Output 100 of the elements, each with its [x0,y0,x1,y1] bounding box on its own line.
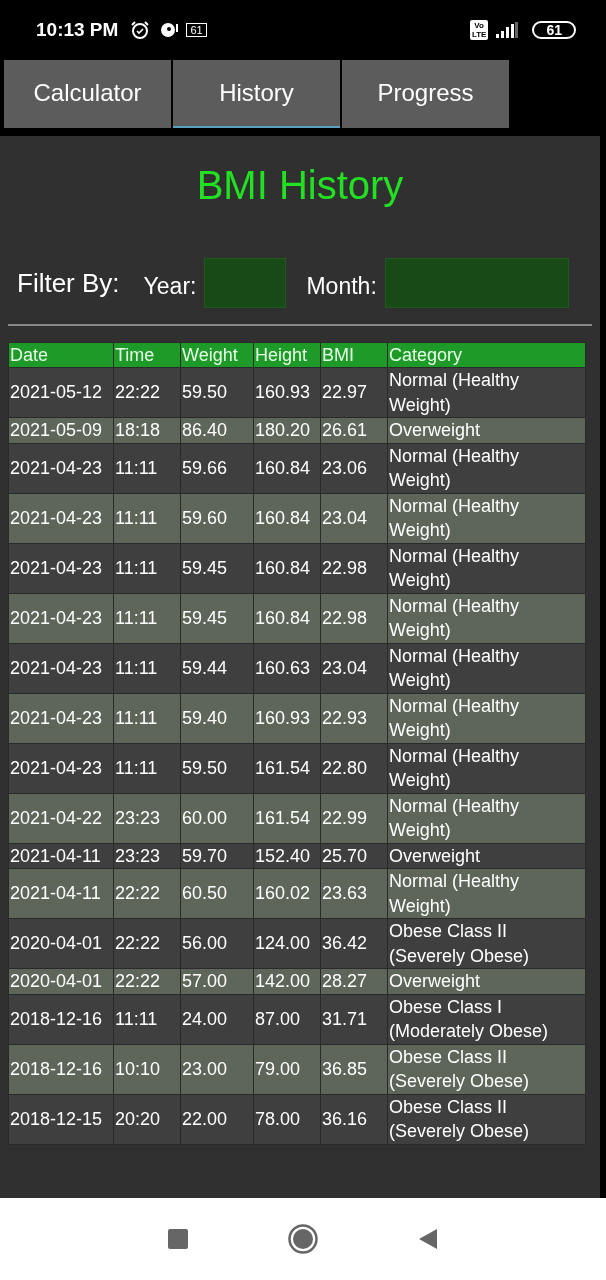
table-cell: 160.84 [253,493,321,543]
table-cell: 60.00 [180,793,254,843]
table-cell: 2021-05-09 [8,417,114,443]
table-cell: 11:11 [113,743,181,793]
table-cell: Obese Class I (Moderately Obese) [387,994,586,1044]
table-cell: 59.45 [180,543,254,593]
table-cell: 2021-04-22 [8,793,114,843]
table-cell: 2021-04-23 [8,643,114,693]
table-cell: Overweight [387,968,586,994]
table-cell: 59.50 [180,743,254,793]
status-time: 10:13 PM [36,19,119,41]
table-cell: Normal (Healthy Weight) [387,493,586,543]
table-cell: 160.93 [253,367,321,418]
table-cell: 2021-04-23 [8,743,114,793]
month-dropdown[interactable] [384,258,569,308]
table-cell: 2021-05-12 [8,367,114,418]
table-cell: 36.42 [320,918,388,969]
table-cell: 2018-12-16 [8,994,114,1044]
table-cell: 60.50 [180,868,254,919]
table-cell: 160.84 [253,593,321,643]
table-cell: 11:11 [113,693,181,743]
table-cell: 59.44 [180,643,254,693]
alarm-clock-icon [130,20,151,40]
table-cell: 78.00 [253,1094,321,1144]
table-cell: 2020-04-01 [8,918,114,969]
table-cell: 23:23 [113,793,181,843]
table-cell: 22.98 [320,543,388,593]
column-header: BMI [320,342,388,368]
table-cell: 11:11 [113,994,181,1044]
table-cell: Normal (Healthy Weight) [387,793,586,843]
table-cell: 11:11 [113,593,181,643]
table-cell: 22.00 [180,1094,254,1144]
table-cell: 2018-12-16 [8,1044,114,1094]
battery-icon: 61 [186,23,207,37]
recent-apps-icon[interactable] [168,1229,188,1249]
table-cell: Normal (Healthy Weight) [387,367,586,418]
table-cell: 160.63 [253,643,321,693]
battery-indicator: 61 [532,21,576,39]
table-cell: 23.04 [320,493,388,543]
table-cell: Obese Class II (Severely Obese) [387,918,586,969]
table-cell: 20:20 [113,1094,181,1144]
table-cell: Normal (Healthy Weight) [387,743,586,793]
table-cell: 87.00 [253,994,321,1044]
table-cell: 2021-04-23 [8,693,114,743]
table-cell: 161.54 [253,743,321,793]
table-cell: Overweight [387,417,586,443]
table-cell: 31.71 [320,994,388,1044]
table-cell: 2021-04-11 [8,843,114,869]
signal-icon [496,22,519,38]
table-cell: 160.84 [253,443,321,493]
table-cell: Normal (Healthy Weight) [387,643,586,693]
tab[interactable]: Progress [342,60,509,128]
month-label: Month: [306,272,377,300]
table-cell: 23.63 [320,868,388,919]
table-cell: 36.85 [320,1044,388,1094]
year-label: Year: [143,272,197,300]
table-cell: 11:11 [113,493,181,543]
back-icon[interactable] [418,1228,438,1250]
table-cell: 22.99 [320,793,388,843]
column-header: Height [253,342,321,368]
table-cell: Normal (Healthy Weight) [387,443,586,493]
table-cell: 22.93 [320,693,388,743]
table-cell: 160.84 [253,543,321,593]
table-cell: 2018-12-15 [8,1094,114,1144]
table-cell: 59.40 [180,693,254,743]
table-cell: 22.80 [320,743,388,793]
page-title: BMI History [195,162,405,209]
column-header: Category [387,342,586,368]
table-cell: 124.00 [253,918,321,969]
table-cell: 160.93 [253,693,321,743]
table-cell: 23.06 [320,443,388,493]
table-cell: Overweight [387,843,586,869]
table-cell: 59.50 [180,367,254,418]
table-cell: 59.66 [180,443,254,493]
table-cell: 22.98 [320,593,388,643]
table-cell: 22:22 [113,367,181,418]
tab[interactable]: History [173,60,340,128]
table-cell: 160.02 [253,868,321,919]
table-cell: 59.45 [180,593,254,643]
table-cell: 161.54 [253,793,321,843]
home-icon[interactable] [288,1224,318,1254]
column-header: Weight [180,342,254,368]
table-cell: 2021-04-23 [8,593,114,643]
tab[interactable]: Calculator [4,60,171,128]
table-cell: 2021-04-23 [8,443,114,493]
table-cell: 2021-04-11 [8,868,114,919]
table-cell: 22:22 [113,868,181,919]
notification-icon [158,20,179,40]
table-cell: 24.00 [180,994,254,1044]
table-cell: Normal (Healthy Weight) [387,543,586,593]
volte-icon: Vo LTE [469,20,489,40]
table-cell: Normal (Healthy Weight) [387,693,586,743]
table-cell: 36.16 [320,1094,388,1144]
table-cell: 2020-04-01 [8,968,114,994]
year-dropdown[interactable] [204,258,287,308]
table-cell: 2021-04-23 [8,543,114,593]
table-cell: 11:11 [113,443,181,493]
filter-label: Filter By: [17,267,120,299]
table-cell: Obese Class II (Severely Obese) [387,1094,586,1144]
column-header: Date [8,342,114,368]
